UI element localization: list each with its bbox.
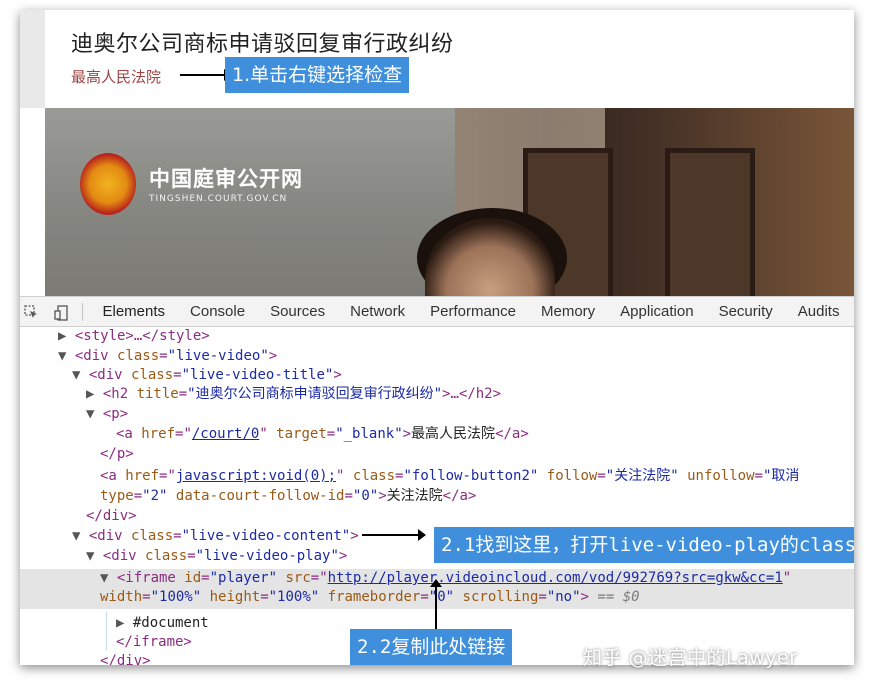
annotation-arrow-2-1 bbox=[362, 529, 426, 541]
dom-node-p[interactable]: ▼ <p> bbox=[86, 405, 128, 424]
dom-node-p-close: </p> bbox=[100, 446, 134, 462]
annotation-arrow-2-2 bbox=[430, 579, 442, 629]
tab-performance[interactable]: Performance bbox=[418, 297, 529, 327]
dom-node-h2[interactable]: ▶ <h2 title="迪奥尔公司商标申请驳回复审行政纠纷">…</h2> bbox=[86, 385, 501, 404]
attr-value: "player" bbox=[209, 570, 278, 586]
court-link[interactable]: 最高人民法院 bbox=[71, 66, 161, 87]
dom-node-a-court[interactable]: <a href="/court/0" target="_blank">最高人民法… bbox=[116, 425, 529, 444]
tab-console[interactable]: Console bbox=[178, 297, 258, 327]
video-wood-panel bbox=[665, 148, 755, 296]
annotation-arrow-1 bbox=[180, 69, 232, 81]
inspect-cursor-icon[interactable] bbox=[24, 305, 38, 319]
selected-marker: == $0 bbox=[597, 589, 640, 605]
tab-sources[interactable]: Sources bbox=[258, 297, 338, 327]
style-tag: <style>…</style> bbox=[74, 328, 210, 344]
attr-value: "live-video-title" bbox=[181, 367, 334, 383]
elements-panel: ▶ <style>…</style> ▼ <div class="live-vi… bbox=[20, 327, 854, 665]
tab-elements[interactable]: Elements bbox=[90, 297, 178, 327]
iframe-src-link[interactable]: http://player.videoincloud.com/vod/99276… bbox=[328, 570, 783, 586]
tab-security[interactable]: Security bbox=[706, 297, 785, 327]
dom-node-live-video-content[interactable]: ▼ <div class="live-video-content"> bbox=[72, 527, 359, 546]
devtools-toolbar: Elements Console Sources Network Perform… bbox=[20, 296, 854, 327]
href-link[interactable]: /court/0 bbox=[192, 426, 259, 442]
case-title: 迪奥尔公司商标申请驳回复审行政纠纷 bbox=[71, 32, 454, 57]
video-player[interactable]: 中国庭审公开网 TINGSHEN.COURT.GOV.CN bbox=[45, 108, 854, 296]
dom-node-iframe[interactable]: ▼ <iframe id="player" src="http://player… bbox=[100, 569, 791, 588]
dom-node-a-follow[interactable]: <a href="javascript:void(0);" class="fol… bbox=[100, 467, 799, 486]
attr-value: "_blank" bbox=[335, 426, 403, 442]
attr-value: "关注法院" bbox=[605, 468, 679, 484]
dom-node-style[interactable]: ▶ <style>…</style> bbox=[58, 327, 210, 346]
node-text: #document bbox=[132, 615, 209, 631]
side-band bbox=[20, 10, 45, 108]
attr-value: "2" bbox=[142, 488, 168, 504]
node-text: 最高人民法院 bbox=[411, 426, 496, 442]
attr-value: "迪奥尔公司商标申请驳回复审行政纠纷" bbox=[187, 386, 443, 402]
dom-node-div-close-2: </div> bbox=[100, 653, 151, 665]
attr-name: class bbox=[117, 348, 160, 364]
attr-name: title bbox=[136, 386, 179, 402]
dom-node-document[interactable]: ▶ #document bbox=[116, 614, 209, 633]
tab-audits[interactable]: Audits bbox=[785, 297, 852, 327]
dom-node-iframe-cont: width="100%" height="100%" frameborder="… bbox=[100, 589, 640, 605]
href-link[interactable]: javascript:void(0); bbox=[176, 468, 336, 484]
screenshot-frame: 迪奥尔公司商标申请驳回复审行政纠纷 最高人民法院 1.单击右键选择检查 中国庭审… bbox=[20, 10, 854, 665]
dom-node-live-video[interactable]: ▼ <div class="live-video"> bbox=[58, 347, 277, 366]
tab-network[interactable]: Network bbox=[338, 297, 418, 327]
video-logo-en: TINGSHEN.COURT.GOV.CN bbox=[149, 194, 288, 204]
attr-value: "follow-button2" bbox=[403, 468, 539, 484]
dom-node-live-video-title[interactable]: ▼ <div class="live-video-title"> bbox=[72, 366, 342, 385]
dom-node-iframe-close: </iframe> bbox=[116, 634, 192, 650]
tab-application[interactable]: Application bbox=[608, 297, 706, 327]
attr-value: "live-video-play" bbox=[195, 548, 339, 564]
video-logo-cn: 中国庭审公开网 bbox=[149, 167, 303, 191]
attr-value: "live-video" bbox=[167, 348, 269, 364]
indent-guide bbox=[106, 612, 107, 650]
annotation-step1: 1.单击右键选择检查 bbox=[225, 57, 410, 93]
attr-value: "0" bbox=[428, 589, 455, 605]
dom-node-live-video-play[interactable]: ▼ <div class="live-video-play"> bbox=[86, 547, 347, 566]
attr-value: "live-video-content" bbox=[181, 528, 351, 544]
dom-node-div-close: </div> bbox=[86, 508, 137, 524]
annotation-step2-2: 2.2复制此处链接 bbox=[350, 629, 513, 665]
device-toggle-icon[interactable] bbox=[54, 305, 68, 321]
attr-value: "100%" bbox=[150, 589, 202, 605]
page-header: 迪奥尔公司商标申请驳回复审行政纠纷 最高人民法院 1.单击右键选择检查 bbox=[20, 10, 854, 108]
attr-value: "100%" bbox=[268, 589, 320, 605]
devtools-tabs: Elements Console Sources Network Perform… bbox=[90, 297, 852, 327]
dom-node-a-follow-cont: type="2" data-court-follow-id="0">关注法院</… bbox=[100, 488, 477, 504]
tab-memory[interactable]: Memory bbox=[529, 297, 608, 327]
attr-value: "0" bbox=[352, 488, 379, 504]
court-emblem-icon bbox=[80, 153, 136, 215]
node-text: 关注法院 bbox=[386, 488, 443, 504]
watermark: 知乎 @迷宫中的Lawyer bbox=[583, 647, 798, 669]
attr-value: "取消 bbox=[762, 468, 800, 484]
toolbar-separator bbox=[82, 303, 83, 321]
attr-value: "no" bbox=[546, 589, 581, 605]
annotation-step2-1: 2.1找到这里，打开live-video-play的class bbox=[434, 527, 854, 563]
